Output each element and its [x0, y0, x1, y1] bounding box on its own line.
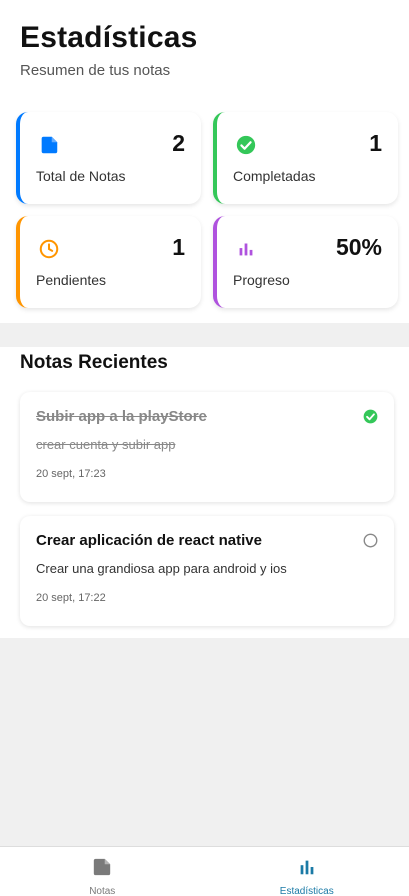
recent-notes-title: Notas Recientes	[20, 352, 168, 373]
note-card[interactable]: Subir app a la playStore crear cuenta y …	[20, 392, 394, 502]
note-description: crear cuenta y subir app	[36, 437, 176, 452]
page-subtitle: Resumen de tus notas	[20, 62, 171, 79]
clock-icon	[38, 238, 62, 262]
note-date: 20 sept, 17:23	[36, 468, 106, 480]
stats-grid: 2 Total de Notas 1 Completadas 1 Pendien…	[16, 112, 398, 308]
note-title: Subir app a la playStore	[36, 408, 207, 425]
stat-label: Completadas	[233, 168, 316, 184]
bar-chart-icon	[296, 857, 318, 882]
stats-header-section: Estadísticas Resumen de tus notas 2 Tota…	[0, 0, 409, 323]
note-card[interactable]: Crear aplicación de react native Crear u…	[20, 516, 394, 626]
check-circle-icon[interactable]	[363, 409, 378, 424]
stat-card-total: 2 Total de Notas	[16, 112, 201, 204]
page-title: Estadísticas	[20, 21, 198, 54]
stat-card-pending: 1 Pendientes	[16, 216, 201, 308]
stat-card-completed: 1 Completadas	[213, 112, 398, 204]
tab-estadisticas[interactable]: Estadísticas	[205, 847, 409, 896]
stat-label: Pendientes	[36, 272, 107, 288]
note-date: 20 sept, 17:22	[36, 592, 106, 604]
stat-value: 1	[172, 234, 185, 260]
empty-circle-icon[interactable]	[363, 533, 378, 548]
bar-chart-icon	[235, 238, 259, 262]
stat-card-progress: 50% Progreso	[213, 216, 398, 308]
stat-label: Progreso	[233, 272, 290, 288]
note-icon	[38, 134, 62, 158]
tab-label: Estadísticas	[279, 886, 334, 896]
stat-label: Total de Notas	[36, 168, 126, 184]
bottom-tab-bar: Notas Estadísticas	[0, 846, 409, 896]
tab-label: Notas	[89, 886, 116, 896]
recent-notes-section: Notas Recientes Subir app a la playStore…	[0, 347, 409, 638]
note-title: Crear aplicación de react native	[36, 532, 262, 549]
stat-value: 1	[369, 130, 382, 156]
note-description: Crear una grandiosa app para android y i…	[36, 561, 287, 576]
note-icon	[91, 857, 113, 882]
stat-value: 50%	[335, 234, 382, 260]
check-circle-icon	[235, 134, 259, 158]
tab-notas[interactable]: Notas	[0, 847, 205, 896]
stat-value: 2	[172, 130, 185, 156]
